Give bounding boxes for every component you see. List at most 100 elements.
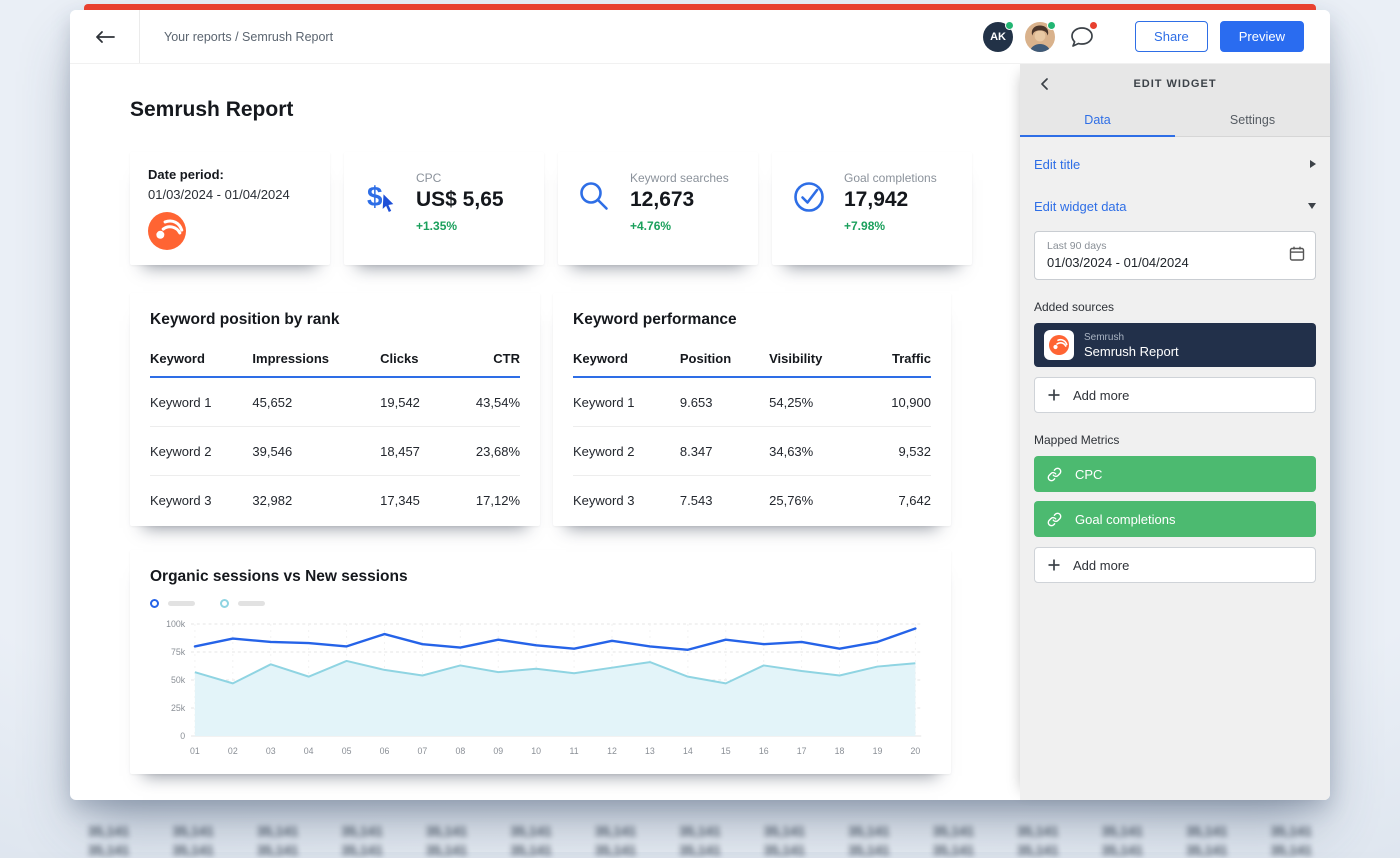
kpi-card-keyword-searches[interactable]: Keyword searches 12,673 +4.76% <box>558 152 758 265</box>
svg-text:04: 04 <box>304 746 314 756</box>
svg-text:07: 07 <box>418 746 428 756</box>
arrow-left-icon <box>95 30 115 43</box>
svg-text:06: 06 <box>380 746 390 756</box>
kpi-delta: +1.35% <box>416 219 458 233</box>
column-header: Impressions <box>252 339 381 378</box>
kpi-label: Goal completions <box>844 171 937 185</box>
edit-title-label: Edit title <box>1034 156 1081 172</box>
table-cell: 32,982 <box>252 492 293 508</box>
table-cell: 25,76% <box>769 492 814 508</box>
kpi-delta: +4.76% <box>630 219 672 233</box>
legend-new-sessions-label <box>238 601 265 606</box>
svg-text:19: 19 <box>873 746 883 756</box>
add-source-button[interactable]: Add more <box>1034 377 1316 413</box>
calendar-icon <box>1289 245 1305 266</box>
table-cell: Keyword 2 <box>150 426 253 476</box>
tab-settings[interactable]: Settings <box>1175 104 1330 137</box>
table-cell: 7,642 <box>898 492 931 508</box>
svg-text:05: 05 <box>342 746 352 756</box>
date-period-card[interactable]: Date period: 01/03/2024 - 01/04/2024 <box>130 152 330 265</box>
back-button[interactable] <box>70 10 140 63</box>
svg-text:01: 01 <box>190 746 200 756</box>
top-bar-actions: AK Share Preview <box>983 20 1330 52</box>
svg-text:15: 15 <box>721 746 731 756</box>
svg-text:16: 16 <box>759 746 769 756</box>
kpi-row: Date period: 01/03/2024 - 01/04/2024 $ C… <box>130 152 1020 265</box>
add-metric-button[interactable]: Add more <box>1034 547 1316 583</box>
link-icon <box>1047 467 1062 481</box>
avatar-initials[interactable]: AK <box>983 20 1015 52</box>
table-row: Keyword 1 9.653 54,25% 10,900 <box>573 377 931 427</box>
kpi-label: CPC <box>416 171 442 185</box>
keyword-position-table-card[interactable]: Keyword position by rank Keyword Impressi… <box>130 293 540 526</box>
date-preset-label: Last 90 days <box>1047 240 1107 252</box>
dollar-cursor-icon: $ <box>362 167 404 233</box>
plus-icon <box>1048 559 1060 571</box>
search-icon <box>576 167 618 233</box>
table-cell: 45,652 <box>252 377 381 427</box>
panel-body: Edit title Edit widget data Last 90 days… <box>1020 137 1330 597</box>
metric-label: CPC <box>1075 466 1103 482</box>
check-circle-icon <box>790 167 832 233</box>
table-cell: Keyword 2 <box>573 426 680 476</box>
table-cell: Keyword 1 <box>573 377 680 427</box>
chevron-left-icon <box>1041 78 1048 90</box>
svg-text:0: 0 <box>180 731 185 741</box>
chevron-down-icon <box>1308 203 1316 209</box>
tab-data[interactable]: Data <box>1020 104 1175 137</box>
link-icon <box>1047 512 1062 526</box>
table-cell: 23,68% <box>446 426 520 476</box>
blurred-background-row: 35,141 35,141 35,141 35,141 35,141 35,141 35,1… <box>88 824 1312 839</box>
table-cell: 19,542 <box>380 377 447 427</box>
semrush-source-card[interactable]: Semrush Semrush Report <box>1034 323 1316 367</box>
svg-text:11: 11 <box>570 746 579 756</box>
source-provider: Semrush <box>1084 331 1125 343</box>
metric-label: Goal completions <box>1075 511 1176 527</box>
share-button[interactable]: Share <box>1135 21 1208 52</box>
tables-row: Keyword position by rank Keyword Impressi… <box>130 293 1020 526</box>
date-range-picker[interactable]: Last 90 days 01/03/2024 - 01/04/2024 <box>1034 231 1316 280</box>
svg-text:10: 10 <box>531 746 541 756</box>
kpi-card-cpc[interactable]: $ CPC US$ 5,65 +1.35% <box>344 152 544 265</box>
svg-text:75k: 75k <box>171 647 186 657</box>
add-more-label: Add more <box>1073 557 1130 573</box>
keyword-performance-table-card[interactable]: Keyword performance Keyword Position Visib… <box>553 293 951 526</box>
mapped-metrics-label: Mapped Metrics <box>1034 433 1120 447</box>
mapped-metric-goal-completions[interactable]: Goal completions <box>1034 501 1316 537</box>
semrush-source-icon <box>1044 330 1074 360</box>
date-range-value: 01/03/2024 - 01/04/2024 <box>1047 255 1189 270</box>
app-window: Your reports / Semrush Report AK Share P… <box>70 4 1330 800</box>
mapped-metric-cpc[interactable]: CPC <box>1034 456 1316 492</box>
table-cell: 10,900 <box>861 377 931 427</box>
edit-title-row[interactable]: Edit title <box>1034 143 1316 185</box>
panel-back-button[interactable] <box>1040 64 1049 104</box>
table-title: Keyword performance <box>573 311 737 328</box>
chart-title: Organic sessions vs New sessions <box>150 568 408 585</box>
kpi-value: 17,942 <box>844 188 909 211</box>
table-header-row: Keyword Position Visibility Traffic <box>573 339 931 378</box>
svg-text:02: 02 <box>228 746 238 756</box>
legend-organic-sessions-dot <box>150 599 159 608</box>
kpi-value: 12,673 <box>630 188 695 211</box>
panel-header: EDIT WIDGET Data Settings <box>1020 64 1330 137</box>
table-cell: Keyword 3 <box>150 492 212 508</box>
preview-button[interactable]: Preview <box>1219 21 1304 52</box>
panel-tabs: Data Settings <box>1020 104 1330 137</box>
svg-text:50k: 50k <box>171 675 186 685</box>
column-header: Visibility <box>769 339 862 378</box>
svg-text:$: $ <box>367 181 383 212</box>
plus-icon <box>1048 389 1060 401</box>
user-photo-avatar[interactable] <box>1025 20 1057 52</box>
svg-text:13: 13 <box>645 746 655 756</box>
notification-dot <box>1089 20 1099 30</box>
column-header: Traffic <box>861 339 931 378</box>
kpi-card-goal-completions[interactable]: Goal completions 17,942 +7.98% <box>772 152 972 265</box>
column-header: Clicks <box>380 339 447 378</box>
edit-widget-data-row[interactable]: Edit widget data <box>1034 185 1316 227</box>
svg-text:20: 20 <box>911 746 921 756</box>
table-row: Keyword 3 7.543 25,76% 7,642 <box>573 476 931 525</box>
mapped-metrics-list: CPC Goal completions <box>1034 456 1316 537</box>
sessions-chart-card[interactable]: Organic sessions vs New sessions 0 25k 50k… <box>130 550 951 774</box>
chat-button[interactable] <box>1067 20 1099 52</box>
top-bar: Your reports / Semrush Report AK Share P… <box>70 10 1330 64</box>
